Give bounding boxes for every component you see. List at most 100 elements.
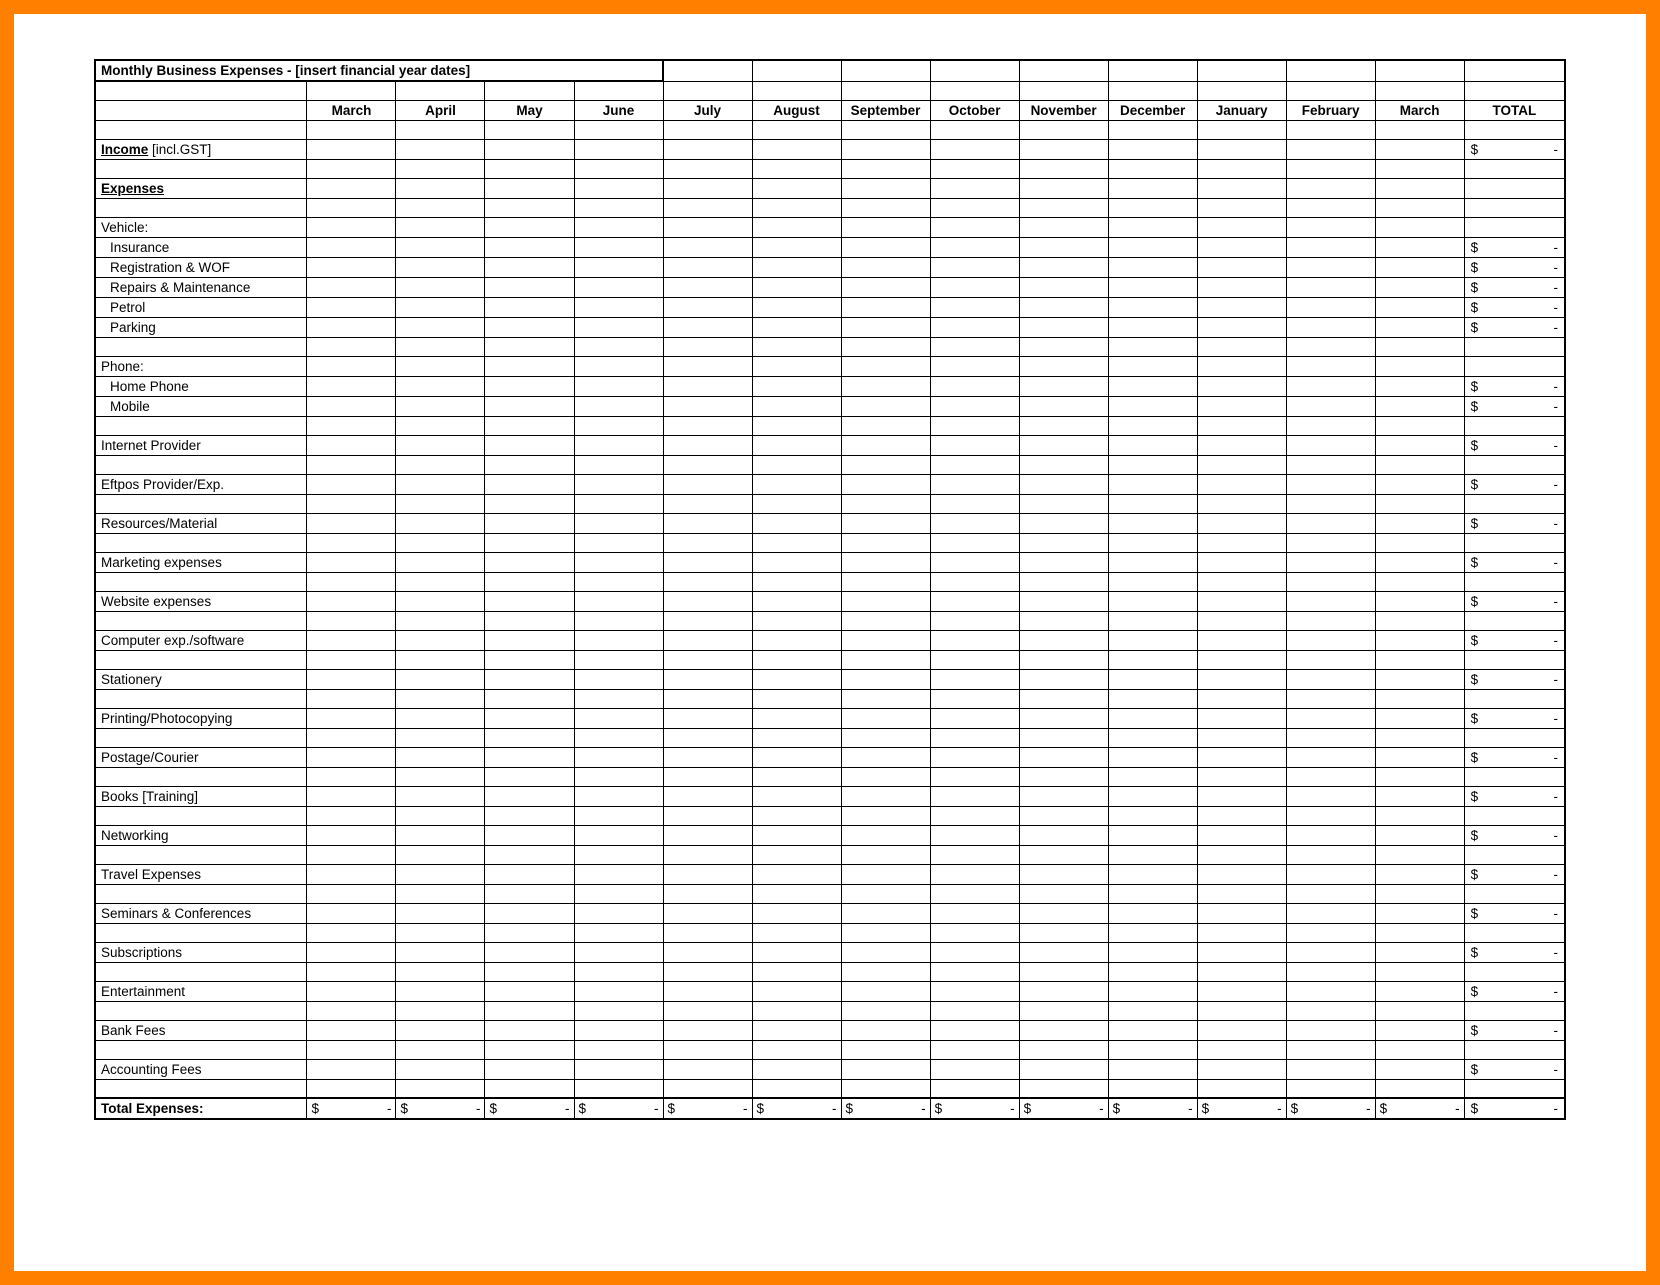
month-cell[interactable]: [574, 942, 663, 962]
month-cell[interactable]: [930, 708, 1019, 728]
empty-cell[interactable]: [1108, 611, 1197, 630]
empty-cell[interactable]: [663, 884, 752, 903]
month-cell[interactable]: [574, 1020, 663, 1040]
empty-cell[interactable]: [396, 806, 485, 825]
empty-cell[interactable]: [1286, 198, 1375, 217]
empty-cell[interactable]: [1286, 923, 1375, 942]
month-cell[interactable]: [1019, 513, 1108, 533]
month-cell[interactable]: [1375, 591, 1464, 611]
empty-cell[interactable]: [307, 884, 396, 903]
month-cell[interactable]: [1019, 552, 1108, 572]
empty-cell[interactable]: [1464, 120, 1565, 139]
month-cell[interactable]: [574, 277, 663, 297]
empty-cell[interactable]: [95, 494, 307, 513]
empty-cell[interactable]: [1464, 806, 1565, 825]
month-cell[interactable]: [485, 139, 574, 159]
month-cell[interactable]: [1286, 474, 1375, 494]
month-cell[interactable]: [1019, 217, 1108, 237]
month-cell[interactable]: [752, 277, 841, 297]
month-cell[interactable]: [1286, 630, 1375, 650]
month-cell[interactable]: [485, 178, 574, 198]
empty-cell[interactable]: [1108, 494, 1197, 513]
empty-cell[interactable]: [930, 198, 1019, 217]
month-cell[interactable]: [396, 356, 485, 376]
month-cell[interactable]: [574, 552, 663, 572]
empty-cell[interactable]: [841, 1079, 930, 1098]
empty-cell[interactable]: [663, 1040, 752, 1059]
month-cell[interactable]: [1019, 474, 1108, 494]
month-cell[interactable]: [1375, 139, 1464, 159]
empty-cell[interactable]: [930, 1001, 1019, 1020]
month-cell[interactable]: [1286, 1020, 1375, 1040]
month-cell[interactable]: [574, 356, 663, 376]
month-cell[interactable]: [574, 376, 663, 396]
month-cell[interactable]: [841, 474, 930, 494]
month-cell[interactable]: [663, 825, 752, 845]
empty-cell[interactable]: [1375, 1079, 1464, 1098]
empty-cell[interactable]: [1286, 60, 1375, 81]
month-cell[interactable]: [1197, 217, 1286, 237]
month-cell[interactable]: [574, 257, 663, 277]
empty-cell[interactable]: [1108, 689, 1197, 708]
empty-cell[interactable]: [574, 806, 663, 825]
month-cell[interactable]: [574, 396, 663, 416]
empty-cell[interactable]: [752, 689, 841, 708]
empty-cell[interactable]: [574, 533, 663, 552]
month-cell[interactable]: [1375, 376, 1464, 396]
empty-cell[interactable]: [752, 650, 841, 669]
empty-cell[interactable]: [485, 159, 574, 178]
month-cell[interactable]: [1286, 356, 1375, 376]
month-cell[interactable]: [1375, 277, 1464, 297]
empty-cell[interactable]: [663, 494, 752, 513]
month-cell[interactable]: [752, 257, 841, 277]
month-cell[interactable]: [1375, 864, 1464, 884]
month-cell[interactable]: [485, 630, 574, 650]
empty-cell[interactable]: [663, 845, 752, 864]
month-cell[interactable]: [841, 942, 930, 962]
month-cell[interactable]: [1019, 178, 1108, 198]
empty-cell[interactable]: [95, 81, 307, 100]
month-cell[interactable]: [841, 139, 930, 159]
month-cell[interactable]: [1019, 747, 1108, 767]
empty-cell[interactable]: [1108, 159, 1197, 178]
month-cell[interactable]: [396, 630, 485, 650]
empty-cell[interactable]: [841, 1001, 930, 1020]
month-cell[interactable]: [1375, 1020, 1464, 1040]
month-cell[interactable]: [1108, 630, 1197, 650]
month-cell[interactable]: [841, 864, 930, 884]
month-cell[interactable]: [1286, 864, 1375, 884]
empty-cell[interactable]: [307, 533, 396, 552]
empty-cell[interactable]: [930, 1040, 1019, 1059]
month-cell[interactable]: [663, 297, 752, 317]
month-cell[interactable]: [485, 747, 574, 767]
month-cell[interactable]: [396, 708, 485, 728]
month-cell[interactable]: [1019, 396, 1108, 416]
empty-cell[interactable]: [1019, 806, 1108, 825]
month-cell[interactable]: [1375, 1059, 1464, 1079]
month-cell[interactable]: [841, 747, 930, 767]
month-cell[interactable]: [485, 942, 574, 962]
month-cell[interactable]: [485, 825, 574, 845]
month-cell[interactable]: [1108, 786, 1197, 806]
empty-cell[interactable]: [574, 455, 663, 474]
empty-cell[interactable]: [95, 728, 307, 747]
month-cell[interactable]: [396, 903, 485, 923]
month-cell[interactable]: [841, 1059, 930, 1079]
empty-cell[interactable]: [307, 81, 396, 100]
month-cell[interactable]: [930, 178, 1019, 198]
month-cell[interactable]: [485, 474, 574, 494]
month-cell[interactable]: [1019, 630, 1108, 650]
empty-cell[interactable]: [1375, 923, 1464, 942]
empty-cell[interactable]: [307, 962, 396, 981]
month-cell[interactable]: [1375, 903, 1464, 923]
month-cell[interactable]: [1019, 1059, 1108, 1079]
month-cell[interactable]: [396, 297, 485, 317]
month-cell[interactable]: [752, 1020, 841, 1040]
empty-cell[interactable]: [574, 81, 663, 100]
empty-cell[interactable]: [396, 884, 485, 903]
month-cell[interactable]: [1108, 277, 1197, 297]
month-cell[interactable]: [1197, 786, 1286, 806]
month-cell[interactable]: [752, 591, 841, 611]
month-cell[interactable]: [663, 237, 752, 257]
month-cell[interactable]: [752, 317, 841, 337]
